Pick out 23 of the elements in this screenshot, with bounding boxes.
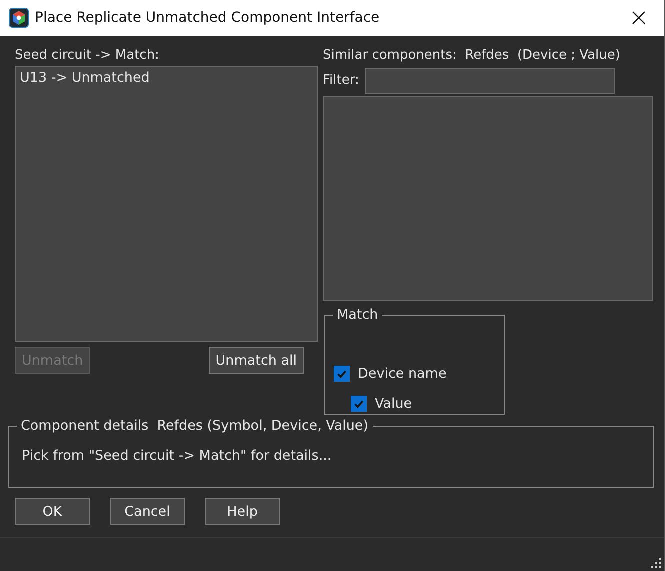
group-title: Match bbox=[336, 307, 380, 323]
list-item[interactable]: U13 -> Unmatched bbox=[20, 70, 150, 86]
list-label: Similar components: Refdes (Device ; Value) bbox=[323, 47, 622, 65]
checkmark-icon bbox=[336, 368, 348, 380]
app-icon bbox=[9, 8, 29, 28]
checkbox-label: Value bbox=[375, 396, 412, 412]
checkbox[interactable] bbox=[351, 396, 367, 412]
dialog-button[interactable]: OK bbox=[15, 498, 90, 525]
action-button[interactable]: Unmatch all bbox=[208, 347, 304, 374]
list-label: Seed circuit -> Match: bbox=[15, 47, 160, 65]
close-icon[interactable] bbox=[632, 11, 646, 25]
resize-grip-icon[interactable] bbox=[651, 558, 661, 568]
filter-label: Filter: bbox=[323, 72, 360, 90]
details-text: Pick from "Seed circuit -> Match" for details... bbox=[21, 447, 333, 464]
checkbox-label: Device name bbox=[358, 366, 447, 382]
window-title: Place Replicate Unmatched Component Interface bbox=[35, 10, 381, 26]
dialog-button[interactable]: Help bbox=[205, 498, 280, 525]
group-title: Component details Refdes (Symbol, Device, Value) bbox=[20, 418, 370, 434]
seed-list[interactable]: U13 -> Unmatched bbox=[15, 66, 318, 342]
dialog-button[interactable]: Cancel bbox=[110, 498, 185, 525]
checkbox[interactable] bbox=[334, 366, 350, 382]
filter-field[interactable] bbox=[365, 68, 616, 94]
checkmark-icon bbox=[353, 398, 365, 410]
